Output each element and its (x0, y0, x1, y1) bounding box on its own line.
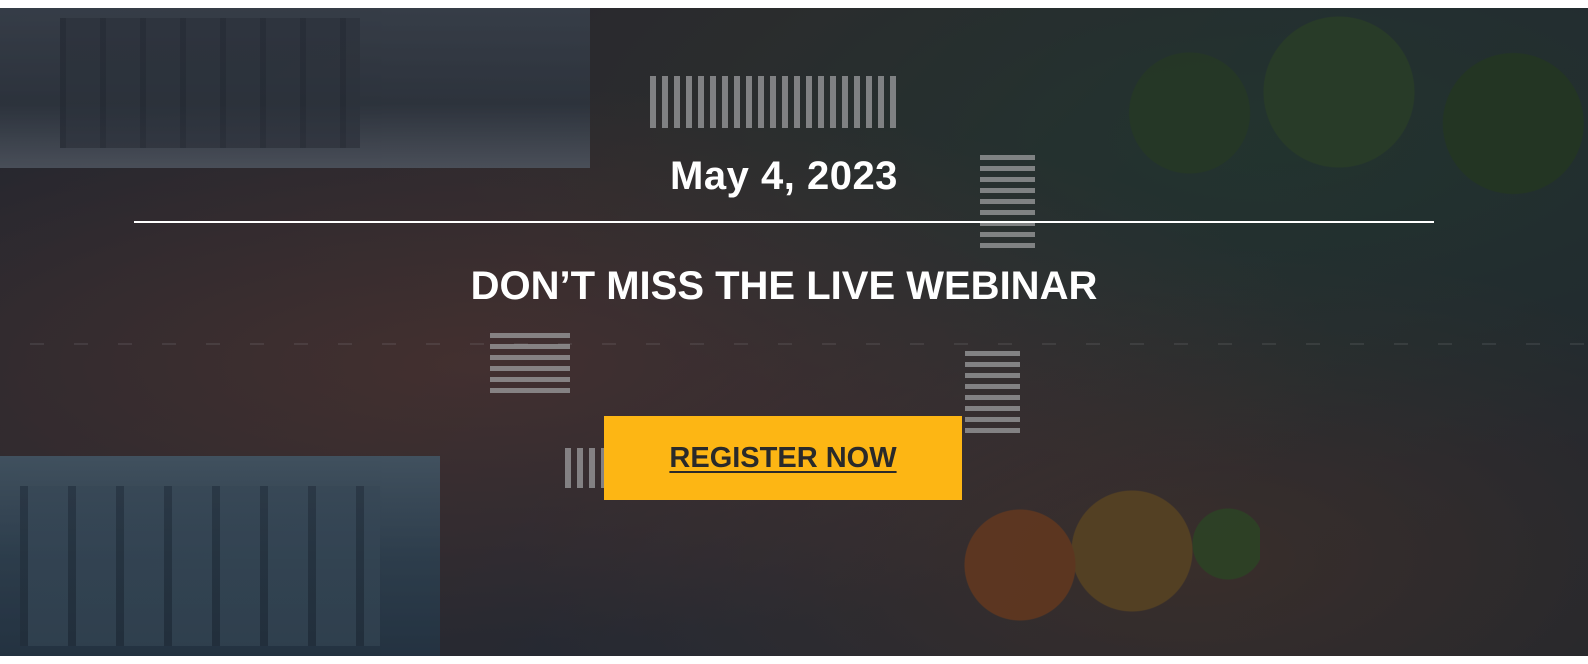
webinar-banner: May 4, 2023 DON’T MISS THE LIVE WEBINAR … (0, 8, 1588, 656)
headline: DON’T MISS THE LIVE WEBINAR (470, 264, 1098, 308)
event-date: May 4, 2023 (670, 154, 898, 198)
background-overlay (0, 8, 1588, 656)
register-now-button[interactable]: REGISTER NOW (604, 416, 962, 500)
divider-line (134, 221, 1434, 223)
